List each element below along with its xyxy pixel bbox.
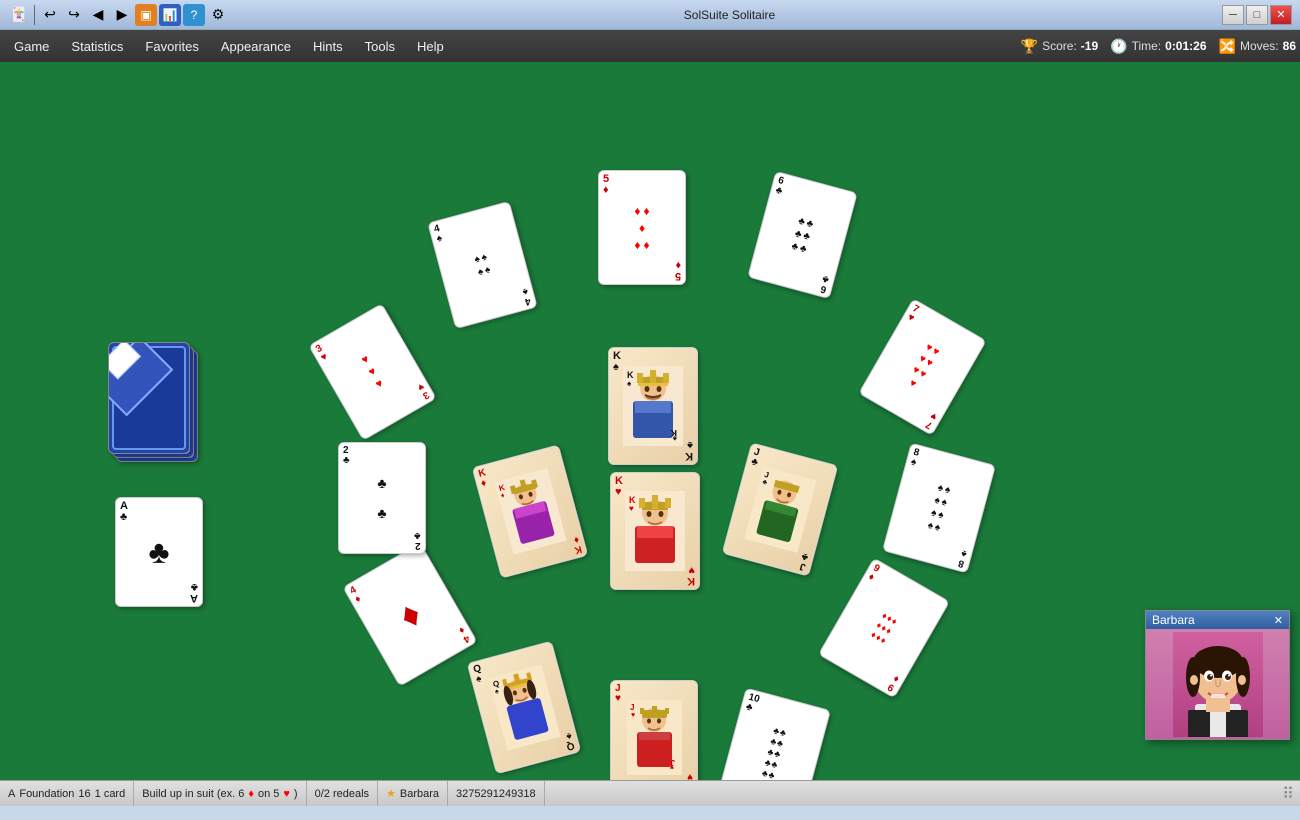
queen-spades-card[interactable]: Q♠ Q ♠ Q♠ xyxy=(467,641,582,775)
build-close-paren: ) xyxy=(294,788,298,800)
king-hearts-card[interactable]: K♥ K ♥ K♥ xyxy=(610,472,700,590)
foundation-card-count: 1 card xyxy=(95,788,126,800)
two-clubs-card[interactable]: 2♣ ♣ ♣ 2♣ xyxy=(338,442,426,554)
card-deck[interactable] xyxy=(108,342,198,462)
grip-icon: ⠿ xyxy=(1282,786,1294,803)
stats-icon[interactable]: 📊 xyxy=(159,4,181,26)
nine-diamonds-card[interactable]: 9♦ ♦♦♦ ♦♦♦ ♦♦♦ 9♦ xyxy=(818,558,950,699)
svg-text:♥: ♥ xyxy=(669,763,673,770)
seven-hearts-card[interactable]: 7♥ ♥♥ ♥♥ ♥♥ ♥ 7♥ xyxy=(858,298,987,436)
prev-icon[interactable]: ◀ xyxy=(87,4,109,26)
orange-icon[interactable]: ▣ xyxy=(135,4,157,26)
build-suit-icon: ♦ xyxy=(248,788,254,800)
status-bar: A Foundation 16 1 card Build up in suit … xyxy=(0,780,1300,806)
jack-clubs-card[interactable]: J♣ J ♣ J♣ xyxy=(722,442,839,576)
title-bar: 🃏 ↩ ↪ ◀ ▶ ▣ 📊 ? ⚙ SolSuite Solitaire ─ □… xyxy=(0,0,1300,30)
build-on-text: on 5 xyxy=(258,788,279,800)
four-diamonds-card[interactable]: 4♦ ♦ 4♦ xyxy=(342,542,477,687)
seed-value: 3275291249318 xyxy=(456,788,536,800)
five-diamonds-card[interactable]: 5♦ ♦ ♦ ♦ ♦ ♦ 5♦ xyxy=(598,170,686,285)
clock-icon: 🕐 xyxy=(1110,38,1127,55)
trophy-icon: 🏆 xyxy=(1021,38,1038,55)
menu-bar: Game Statistics Favorites Appearance Hin… xyxy=(0,30,1300,62)
build-info-segment: Build up in suit (ex. 6 ♦ on 5 ♥ ) xyxy=(134,781,306,806)
help-icon[interactable]: ? xyxy=(183,4,205,26)
undo-icon[interactable]: ↩ xyxy=(39,4,61,26)
player-panel: Barbara ✕ xyxy=(1145,610,1290,740)
next-icon[interactable]: ▶ xyxy=(111,4,133,26)
ten-clubs-card[interactable]: 10♣ ♣♣ ♣♣ ♣♣ ♣♣ ♣♣ 10♣ xyxy=(717,688,831,780)
seed-segment: 3275291249318 xyxy=(448,781,545,806)
king-diamonds-card[interactable]: K♦ K ♦ K♦ xyxy=(472,444,589,578)
foundation-label: A xyxy=(8,788,15,800)
three-hearts-card[interactable]: 3♥ ♥ ♥ ♥ 3♥ xyxy=(308,303,437,441)
time-value: 0:01:26 xyxy=(1165,39,1206,53)
time-label: Time: xyxy=(1132,39,1162,53)
six-clubs-card[interactable]: 6♣ ♣♣ ♣♣ ♣♣ 6♣ xyxy=(747,171,858,299)
player-panel-close[interactable]: ✕ xyxy=(1274,614,1283,627)
four-spades-card[interactable]: 4♠ ♠ ♠ ♠ ♠ 4♠ xyxy=(427,201,538,329)
foundation-segment: A Foundation 16 1 card xyxy=(0,781,134,806)
menu-favorites[interactable]: Favorites xyxy=(135,35,208,58)
player-panel-header: Barbara ✕ xyxy=(1146,611,1289,629)
status-right: 🏆 Score: -19 🕐 Time: 0:01:26 🔀 Moves: 86 xyxy=(1021,38,1296,55)
player-icon: ★ xyxy=(386,787,396,800)
close-button[interactable]: ✕ xyxy=(1270,5,1292,25)
eight-spades-card[interactable]: 8♠ ♠♠ ♠♠ ♠♠ ♠♠ 8♠ xyxy=(882,443,996,574)
menu-hints[interactable]: Hints xyxy=(303,35,353,58)
grip-segment: ⠿ xyxy=(1276,784,1300,804)
player-photo xyxy=(1146,629,1289,739)
foundation-name: Foundation xyxy=(19,788,74,800)
game-area[interactable]: A♣ ♣ A♣ 3♥ ♥ ♥ ♥ 3♥ 4♠ ♠ ♠ ♠ ♠ 4♠ 5♦ ♦ ♦… xyxy=(0,62,1300,780)
score-display: 🏆 Score: -19 xyxy=(1021,38,1098,55)
moves-icon: 🔀 xyxy=(1219,38,1236,55)
build-text: Build up in suit (ex. 6 xyxy=(142,788,244,800)
ace-clubs-card[interactable]: A♣ ♣ A♣ xyxy=(115,497,203,607)
redo-icon[interactable]: ↪ xyxy=(63,4,85,26)
jack-hearts-card[interactable]: J♥ J J ♥ ♥ J♥ xyxy=(610,680,698,780)
player-segment: ★ Barbara xyxy=(378,781,448,806)
window-title: SolSuite Solitaire xyxy=(237,8,1222,22)
build-suit2-icon: ♥ xyxy=(283,788,290,800)
score-value: -19 xyxy=(1081,39,1098,53)
score-label: Score: xyxy=(1042,39,1077,53)
svg-text:J: J xyxy=(630,703,634,712)
menu-appearance[interactable]: Appearance xyxy=(211,35,301,58)
extra-icon[interactable]: ⚙ xyxy=(207,4,229,26)
minimize-button[interactable]: ─ xyxy=(1222,5,1244,25)
foundation-count: 16 xyxy=(78,788,90,800)
player-name: Barbara xyxy=(1152,613,1195,627)
menu-game[interactable]: Game xyxy=(4,35,59,58)
king-spades-card[interactable]: K♠ K ♠ K ♠ xyxy=(608,347,698,465)
maximize-button[interactable]: □ xyxy=(1246,5,1268,25)
window-controls: ─ □ ✕ xyxy=(1222,5,1292,25)
time-display: 🕐 Time: 0:01:26 xyxy=(1110,38,1206,55)
menu-tools[interactable]: Tools xyxy=(355,35,405,58)
svg-text:♥: ♥ xyxy=(629,504,634,513)
app-icon-toolbar[interactable]: 🃏 xyxy=(8,4,30,26)
menu-help[interactable]: Help xyxy=(407,35,454,58)
toolbar: 🃏 ↩ ↪ ◀ ▶ ▣ 📊 ? ⚙ xyxy=(8,4,229,26)
svg-text:♥: ♥ xyxy=(631,712,635,719)
redeals-text: 0/2 redeals xyxy=(315,788,369,800)
player-name-status: Barbara xyxy=(400,788,439,800)
moves-display: 🔀 Moves: 86 xyxy=(1219,38,1296,55)
redeals-segment: 0/2 redeals xyxy=(307,781,378,806)
separator xyxy=(34,5,35,25)
menu-statistics[interactable]: Statistics xyxy=(61,35,133,58)
moves-value: 86 xyxy=(1283,39,1296,53)
moves-label: Moves: xyxy=(1240,39,1279,53)
